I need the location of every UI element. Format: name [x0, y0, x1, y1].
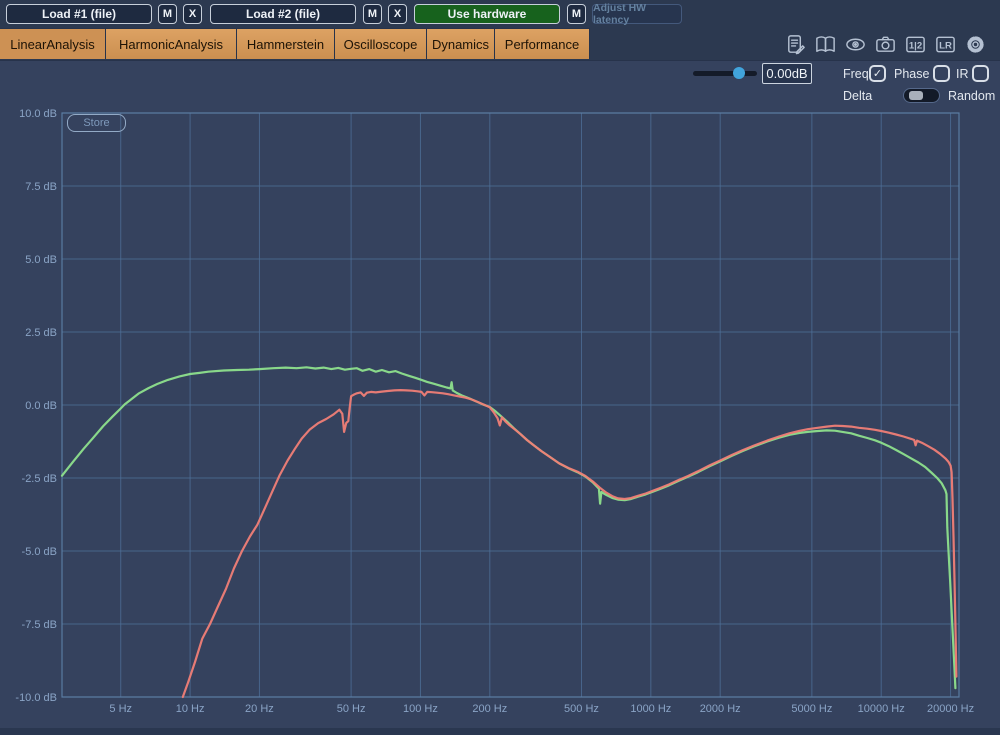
gain-value-field[interactable]: 0.00dB: [762, 63, 812, 84]
manual-book-icon[interactable]: [814, 33, 837, 56]
svg-text:20000 Hz: 20000 Hz: [927, 703, 974, 715]
clear-1-button[interactable]: X: [183, 4, 202, 24]
freq-label: Freq: [843, 67, 869, 81]
tab-strip: LinearAnalysis HarmonicAnalysis Hammerst…: [0, 28, 590, 59]
gain-slider-thumb[interactable]: [733, 67, 745, 79]
load-1-button[interactable]: Load #1 (file): [6, 4, 152, 24]
window-footer: [0, 728, 1000, 735]
svg-text:-7.5 dB: -7.5 dB: [22, 619, 57, 631]
delta-random-toggle[interactable]: [903, 88, 940, 103]
svg-text:-5.0 dB: -5.0 dB: [22, 546, 57, 558]
svg-text:-2.5 dB: -2.5 dB: [22, 473, 57, 485]
svg-text:100 Hz: 100 Hz: [403, 703, 438, 715]
tab-dynamics[interactable]: Dynamics: [427, 28, 495, 59]
settings-gear-icon[interactable]: [964, 33, 987, 56]
svg-text:LR: LR: [939, 40, 952, 51]
mute-hardware-button[interactable]: M: [567, 4, 586, 24]
svg-text:1|2: 1|2: [909, 40, 922, 51]
phase-label: Phase: [894, 67, 929, 81]
svg-text:0.0 dB: 0.0 dB: [25, 400, 57, 412]
gain-slider[interactable]: [693, 71, 757, 76]
freq-checkmark: ✓: [873, 67, 882, 80]
adjust-hw-latency-button[interactable]: Adjust HW latency: [592, 4, 682, 24]
top-toolbar: Load #1 (file) M X Load #2 (file) M X Us…: [0, 0, 1000, 28]
svg-text:20 Hz: 20 Hz: [245, 703, 274, 715]
clear-2-button[interactable]: X: [388, 4, 407, 24]
notes-edit-icon[interactable]: [784, 33, 807, 56]
tab-oscilloscope[interactable]: Oscilloscope: [335, 28, 427, 59]
svg-text:1000 Hz: 1000 Hz: [630, 703, 671, 715]
svg-text:-10.0 dB: -10.0 dB: [15, 692, 57, 704]
svg-text:7.5 dB: 7.5 dB: [25, 181, 57, 193]
svg-text:10 Hz: 10 Hz: [176, 703, 205, 715]
eye-icon[interactable]: [844, 33, 867, 56]
frequency-response-plot: 5 Hz 10 Hz 20 Hz 50 Hz 100 Hz 200 Hz 500 Hz 100…: [0, 0, 1000, 735]
svg-text:2000 Hz: 2000 Hz: [700, 703, 741, 715]
tab-bar: LinearAnalysis HarmonicAnalysis Hammerst…: [0, 28, 1000, 61]
screenshot-camera-icon[interactable]: [874, 33, 897, 56]
tab-harmonic-analysis[interactable]: HarmonicAnalysis: [106, 28, 237, 59]
svg-text:200 Hz: 200 Hz: [472, 703, 507, 715]
tab-performance[interactable]: Performance: [495, 28, 590, 59]
svg-text:10.0 dB: 10.0 dB: [19, 108, 57, 120]
tab-hammerstein[interactable]: Hammerstein: [237, 28, 335, 59]
svg-text:5.0 dB: 5.0 dB: [25, 254, 57, 266]
channel-lr-icon[interactable]: LR: [934, 33, 957, 56]
use-hardware-button[interactable]: Use hardware: [414, 4, 560, 24]
toggle-knob: [909, 91, 923, 100]
freq-checkbox[interactable]: ✓: [869, 65, 886, 82]
delta-label: Delta: [843, 89, 872, 103]
mute-1-button[interactable]: M: [158, 4, 177, 24]
phase-checkbox[interactable]: [933, 65, 950, 82]
svg-text:2.5 dB: 2.5 dB: [25, 327, 57, 339]
load-2-button[interactable]: Load #2 (file): [210, 4, 356, 24]
svg-text:5 Hz: 5 Hz: [109, 703, 132, 715]
channel-1-2-icon[interactable]: 1|2: [904, 33, 927, 56]
mute-2-button[interactable]: M: [363, 4, 382, 24]
store-button[interactable]: Store: [67, 114, 126, 132]
svg-text:10000 Hz: 10000 Hz: [858, 703, 905, 715]
tab-linear-analysis[interactable]: LinearAnalysis: [0, 28, 106, 59]
ir-checkbox[interactable]: [972, 65, 989, 82]
toolbar-icon-row: 1|2 LR: [784, 30, 987, 58]
svg-text:50 Hz: 50 Hz: [337, 703, 366, 715]
ir-label: IR: [956, 67, 969, 81]
svg-text:5000 Hz: 5000 Hz: [791, 703, 832, 715]
random-label: Random: [948, 89, 995, 103]
svg-text:500 Hz: 500 Hz: [564, 703, 599, 715]
